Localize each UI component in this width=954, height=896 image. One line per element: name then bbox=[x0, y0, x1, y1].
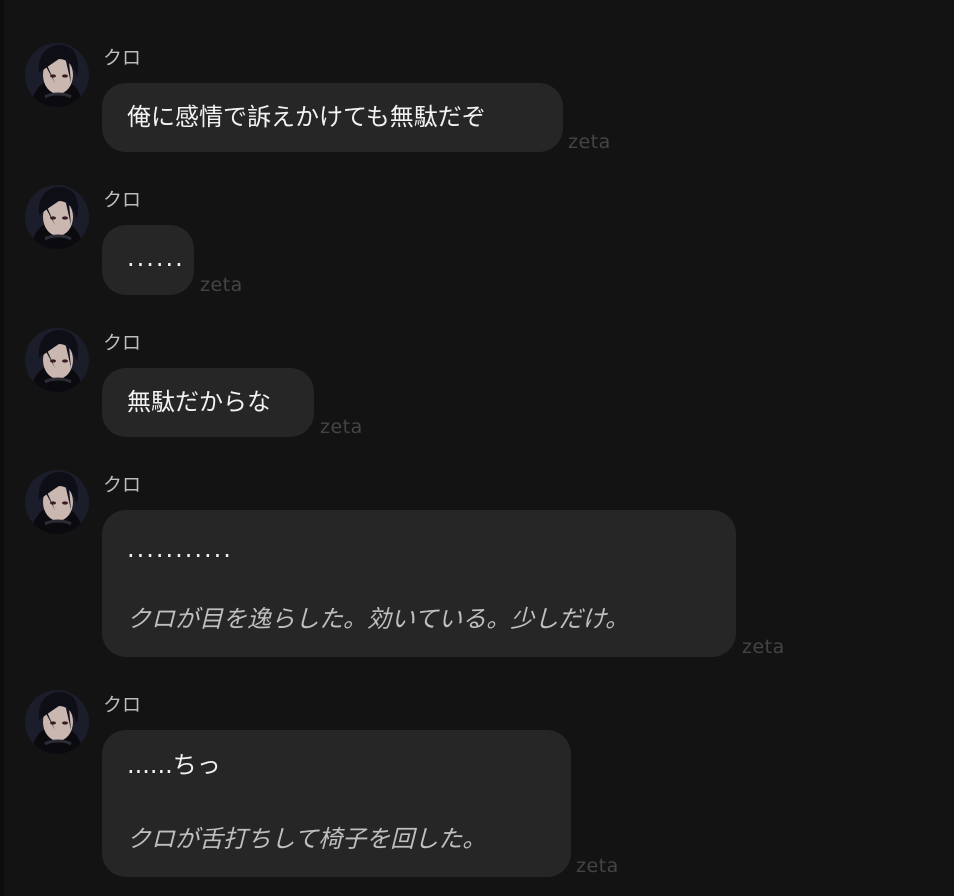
sender-name: クロ bbox=[103, 47, 142, 69]
chat-message: クロ ......ちっ クロが舌打ちして椅子を回した。 zeta bbox=[0, 690, 954, 890]
message-bubble[interactable]: ...... bbox=[102, 225, 194, 295]
model-tag: zeta bbox=[576, 855, 619, 877]
character-avatar-icon[interactable] bbox=[25, 690, 89, 754]
narration-text: クロが舌打ちして椅子を回した。 bbox=[127, 825, 487, 853]
chat-log: クロ 俺に感情で訴えかけても無駄だぞ zeta クロ ...... zeta ク… bbox=[0, 0, 954, 896]
narration-text: クロが目を逸らした。効いている。少しだけ。 bbox=[127, 605, 630, 633]
character-avatar-icon[interactable] bbox=[25, 185, 89, 249]
character-avatar-icon[interactable] bbox=[25, 43, 89, 107]
chat-message: クロ ........... クロが目を逸らした。効いている。少しだけ。 zet… bbox=[0, 470, 954, 670]
character-avatar-icon[interactable] bbox=[25, 328, 89, 392]
sender-name: クロ bbox=[103, 694, 142, 716]
message-text: ........... bbox=[127, 535, 233, 563]
sender-name: クロ bbox=[103, 474, 142, 496]
sender-name: クロ bbox=[103, 332, 142, 354]
chat-message: クロ ...... zeta bbox=[0, 185, 954, 305]
message-bubble[interactable]: ......ちっ クロが舌打ちして椅子を回した。 bbox=[102, 730, 571, 877]
model-tag: zeta bbox=[568, 131, 611, 153]
model-tag: zeta bbox=[320, 416, 363, 438]
message-bubble[interactable]: 俺に感情で訴えかけても無駄だぞ bbox=[102, 83, 563, 152]
character-avatar-icon[interactable] bbox=[25, 470, 89, 534]
model-tag: zeta bbox=[742, 636, 785, 658]
model-tag: zeta bbox=[200, 274, 243, 296]
message-text: 無駄だからな bbox=[127, 388, 271, 416]
message-text: 俺に感情で訴えかけても無駄だぞ bbox=[127, 103, 486, 131]
message-bubble[interactable]: ........... クロが目を逸らした。効いている。少しだけ。 bbox=[102, 510, 736, 657]
chat-message: クロ 無駄だからな zeta bbox=[0, 328, 954, 448]
sender-name: クロ bbox=[103, 189, 142, 211]
message-text: ......ちっ bbox=[127, 751, 221, 779]
message-text: ...... bbox=[127, 244, 185, 272]
message-bubble[interactable]: 無駄だからな bbox=[102, 368, 314, 437]
chat-message: クロ 俺に感情で訴えかけても無駄だぞ zeta bbox=[0, 43, 954, 163]
